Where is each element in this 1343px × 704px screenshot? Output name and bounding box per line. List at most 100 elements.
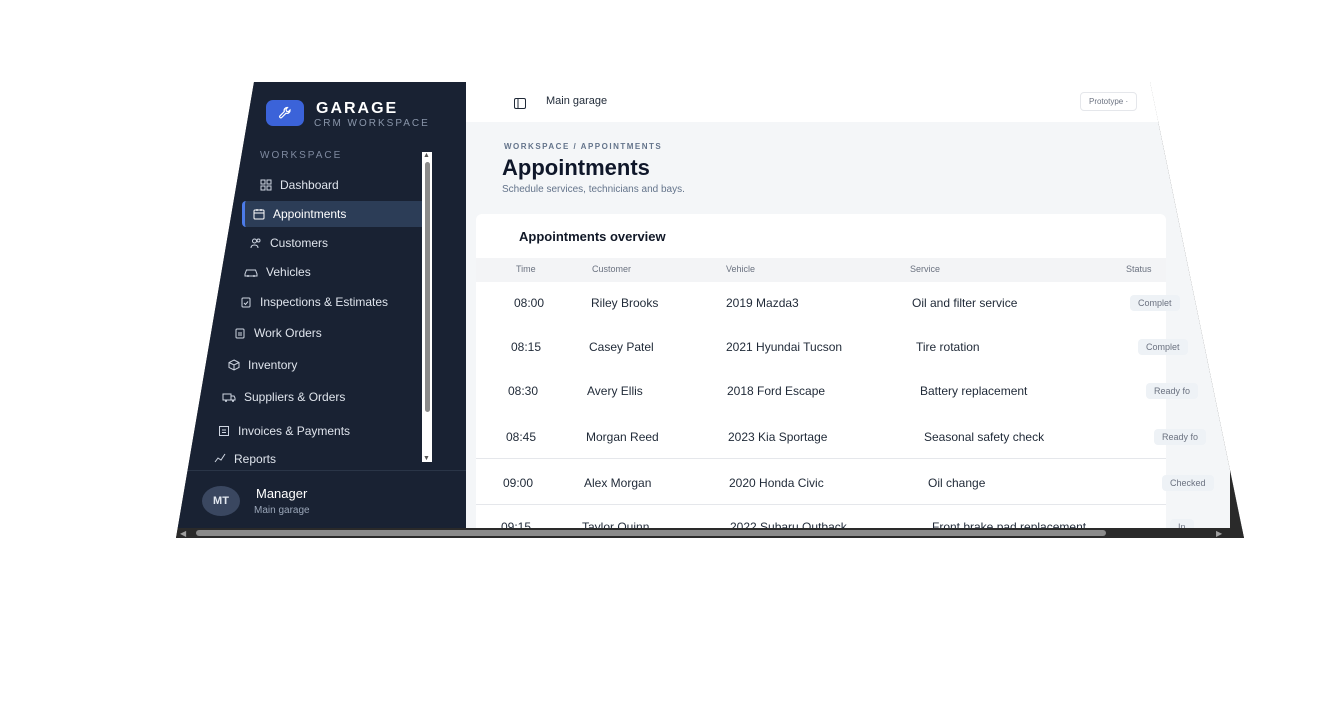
brand-title: GARAGE <box>316 100 399 117</box>
clipboard-icon <box>235 328 245 339</box>
sidebar-item-dashboard[interactable]: Dashboard <box>252 172 339 198</box>
cell-service: Seasonal safety check <box>924 430 1045 444</box>
cell-time: 09:15 <box>501 520 532 528</box>
column-header-status: Status <box>1126 264 1152 274</box>
cell-customer: Riley Brooks <box>591 296 659 310</box>
sidebar-section-label: WORKSPACE <box>260 150 343 161</box>
sidebar-item-label: Suppliers & Orders <box>244 390 346 404</box>
truck-icon <box>222 393 236 402</box>
cell-time: 08:15 <box>511 340 542 354</box>
cell-vehicle: 2021 Hyundai Tucson <box>726 340 843 354</box>
table-row[interactable]: 08:45 Morgan Reed 2023 Kia Sportage Seas… <box>476 414 1207 459</box>
sidebar-item-invoices[interactable]: Invoices & Payments <box>210 418 350 444</box>
horizontal-scrollbar-thumb[interactable] <box>196 530 1106 536</box>
sidebar-item-reports[interactable]: Reports <box>206 452 276 466</box>
sidebar-item-work-orders[interactable]: Work Orders <box>226 320 322 346</box>
grid-icon <box>260 179 272 191</box>
cell-customer: Avery Ellis <box>587 384 643 398</box>
cell-service: Oil and filter service <box>912 296 1018 310</box>
avatar[interactable]: MT <box>202 486 240 516</box>
scroll-left-arrow-icon[interactable]: ◀ <box>180 529 186 538</box>
box-icon <box>228 359 240 371</box>
table-header: Time Customer Vehicle Service Status <box>476 258 1166 282</box>
cell-vehicle: 2020 Honda Civic <box>729 476 824 490</box>
status-badge: Ready fo <box>1154 429 1207 445</box>
cell-customer: Taylor Quinn <box>582 520 650 528</box>
table-row[interactable]: 09:15 Taylor Quinn 2022 Subaru Outback F… <box>476 506 1194 528</box>
cell-service: Tire rotation <box>916 340 980 354</box>
invoice-icon <box>219 426 229 436</box>
column-header-time: Time <box>516 264 536 274</box>
status-badge: Checked <box>1162 475 1214 491</box>
cell-customer: Casey Patel <box>589 340 654 354</box>
clipboard-check-icon <box>241 297 251 308</box>
user-location: Main garage <box>254 505 310 516</box>
main-vertical-scrollbar[interactable] <box>1230 82 1244 528</box>
table-row[interactable]: 08:15 Casey Patel 2021 Hyundai Tucson Ti… <box>476 326 1188 371</box>
sidebar-item-label: Appointments <box>273 207 347 221</box>
column-header-service: Service <box>910 264 941 274</box>
sidebar-item-label: Invoices & Payments <box>238 424 351 438</box>
vertical-scrollbar-thumb[interactable] <box>1234 92 1240 252</box>
sidebar-item-label: Vehicles <box>266 265 311 279</box>
sidebar-toggle-icon[interactable] <box>514 96 526 114</box>
cell-vehicle: 2018 Ford Escape <box>727 384 826 398</box>
breadcrumb: WORKSPACE / APPOINTMENTS <box>504 142 663 151</box>
sidebar-item-label: Inspections & Estimates <box>260 295 389 309</box>
sidebar: GARAGE CRM WORKSPACE WORKSPACE Dashboard… <box>176 82 466 528</box>
sidebar-item-label: Work Orders <box>254 326 322 340</box>
prototype-badge: Prototype · <box>1080 92 1138 111</box>
calendar-icon <box>253 209 265 220</box>
sidebar-item-appointments[interactable]: Appointments <box>242 201 429 227</box>
cell-vehicle: 2019 Mazda3 <box>726 296 799 310</box>
garage-selector[interactable]: Main garage <box>546 95 607 107</box>
sidebar-item-inventory[interactable]: Inventory <box>220 352 297 378</box>
app-window: GARAGE CRM WORKSPACE WORKSPACE Dashboard… <box>176 82 1244 528</box>
cell-vehicle: 2022 Subaru Outback <box>730 520 847 528</box>
main-content: Main garage Prototype · WORKSPACE / APPO… <box>466 82 1244 528</box>
sidebar-item-label: Dashboard <box>280 178 339 192</box>
scroll-right-arrow-icon[interactable]: ▶ <box>1216 529 1222 538</box>
cell-time: 08:00 <box>514 296 545 310</box>
wrench-icon <box>266 100 304 126</box>
horizontal-scrollbar[interactable]: ◀ ▶ <box>176 528 1244 538</box>
cell-time: 08:45 <box>506 430 537 444</box>
sidebar-item-inspections[interactable]: Inspections & Estimates <box>232 289 388 315</box>
scroll-down-arrow-icon[interactable]: ▼ <box>423 455 430 462</box>
column-header-customer: Customer <box>592 264 632 274</box>
cell-time: 09:00 <box>503 476 534 490</box>
browser-viewport: GARAGE CRM WORKSPACE WORKSPACE Dashboard… <box>176 82 1244 538</box>
table-row[interactable]: 09:00 Alex Morgan 2020 Honda Civic Oil c… <box>476 460 1214 505</box>
page-title: Appointments <box>502 155 650 180</box>
cell-customer: Alex Morgan <box>584 476 652 490</box>
card-title: Appointments overview <box>519 229 666 244</box>
sidebar-scrollbar[interactable]: ▲ ▼ <box>422 152 432 462</box>
cell-service: Front brake pad replacement <box>932 520 1087 528</box>
cell-service: Battery replacement <box>920 384 1028 398</box>
cell-vehicle: 2023 Kia Sportage <box>728 430 828 444</box>
column-header-vehicle: Vehicle <box>726 264 756 274</box>
cell-customer: Morgan Reed <box>586 430 659 444</box>
sidebar-item-label: Customers <box>270 236 329 250</box>
cell-time: 08:30 <box>508 384 539 398</box>
users-icon <box>250 238 261 249</box>
status-badge: Complet <box>1138 339 1188 355</box>
sidebar-item-label: Inventory <box>248 358 298 372</box>
status-badge: Ready fo <box>1146 383 1199 399</box>
scroll-up-arrow-icon[interactable]: ▲ <box>423 152 430 159</box>
chart-icon <box>214 453 226 463</box>
table-row[interactable]: 08:30 Avery Ellis 2018 Ford Escape Batte… <box>476 370 1199 415</box>
topbar: Main garage Prototype · <box>466 82 1244 122</box>
car-icon <box>244 269 258 277</box>
cell-service: Oil change <box>928 476 986 490</box>
page-subtitle: Schedule services, technicians and bays. <box>502 184 685 195</box>
sidebar-item-customers[interactable]: Customers <box>242 230 328 256</box>
status-badge: In <box>1170 519 1194 528</box>
table-row[interactable]: 08:00 Riley Brooks 2019 Mazda3 Oil and f… <box>476 282 1180 327</box>
sidebar-scrollbar-thumb[interactable] <box>425 162 430 412</box>
appointments-card: Appointments overview Time Customer Vehi… <box>476 214 1214 528</box>
sidebar-item-suppliers[interactable]: Suppliers & Orders <box>214 384 345 410</box>
sidebar-item-label: Reports <box>234 452 277 466</box>
sidebar-item-vehicles[interactable]: Vehicles <box>236 259 311 285</box>
divider <box>176 470 466 471</box>
